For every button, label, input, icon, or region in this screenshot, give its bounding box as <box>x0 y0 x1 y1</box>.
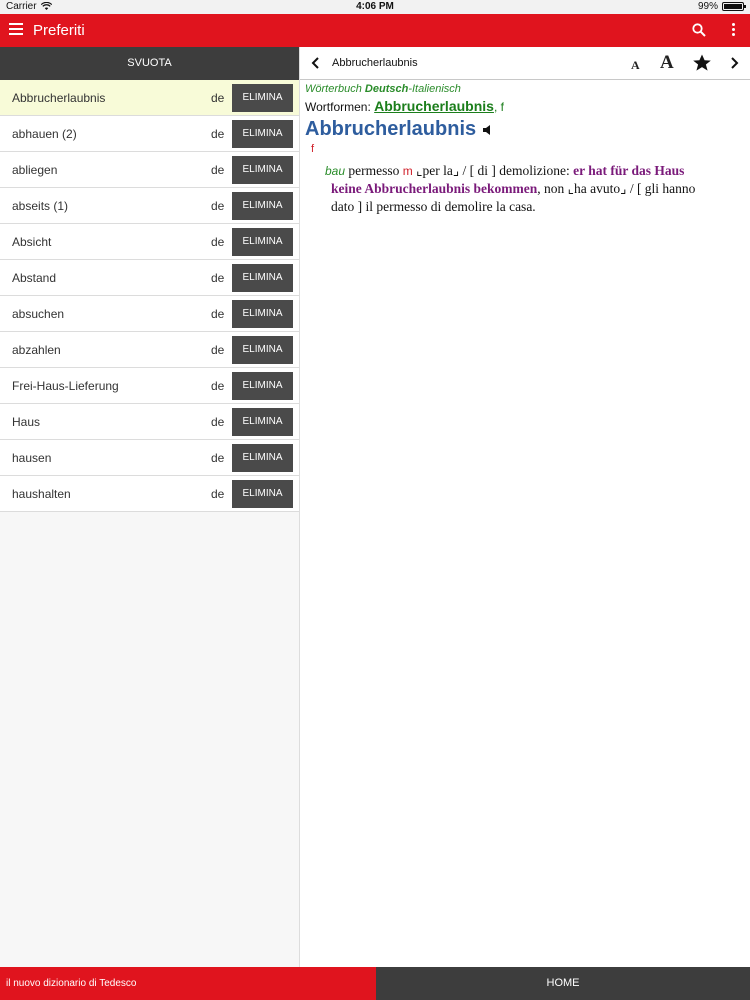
definition-line-1: bau permesso m ⌞per la⌟ / [ di ] demoliz… <box>325 162 746 180</box>
speaker-icon[interactable] <box>482 124 494 136</box>
entry-heading: Abbrucherlaubnis <box>332 57 418 69</box>
delete-button[interactable]: ELIMINA <box>232 156 293 184</box>
translation-part-3: , non ⌞ha avuto⌟ / [ gli hanno <box>537 181 696 196</box>
search-icon[interactable] <box>692 23 706 37</box>
status-time: 4:06 PM <box>356 1 394 12</box>
delete-button[interactable]: ELIMINA <box>232 120 293 148</box>
wordforms-gender: , f <box>493 100 504 114</box>
list-item[interactable]: abseits (1) de ELIMINA <box>0 188 299 224</box>
entry-toolbar: Abbrucherlaubnis A A <box>300 47 750 80</box>
dictionary-lang-1: Deutsch <box>364 83 409 95</box>
favorite-word: Abbrucherlaubnis <box>12 91 106 105</box>
clear-all-button[interactable]: SVUOTA <box>0 47 299 80</box>
favorite-language: de <box>211 487 225 501</box>
translation-part-4: dato ] il permesso di demolire la casa. <box>331 199 536 214</box>
bottom-bar: il nuovo dizionario di Tedesco HOME <box>0 967 750 1000</box>
list-item[interactable]: absuchen de ELIMINA <box>0 296 299 332</box>
favorites-panel: SVUOTA Abbrucherlaubnis de ELIMINA abhau… <box>0 47 300 967</box>
app-name-label: il nuovo dizionario di Tedesco <box>0 967 376 1000</box>
list-item[interactable]: abhauen (2) de ELIMINA <box>0 116 299 152</box>
favorites-list: Abbrucherlaubnis de ELIMINA abhauen (2) … <box>0 80 299 512</box>
example-part-2: keine Abbrucherlaubnis bekommen <box>331 181 538 196</box>
delete-button[interactable]: ELIMINA <box>232 444 293 472</box>
favorite-language: de <box>211 91 225 105</box>
favorite-word: Haus <box>12 415 41 429</box>
dictionary-entry: Wörterbuch Deutsch-Italienisch Wortforme… <box>300 80 750 216</box>
delete-button[interactable]: ELIMINA <box>232 84 293 112</box>
list-item[interactable]: hausen de ELIMINA <box>0 440 299 476</box>
gender-label: f <box>311 143 315 155</box>
decrease-font-button[interactable]: A <box>631 58 640 73</box>
app-bar: Preferiti <box>0 14 750 47</box>
delete-button[interactable]: ELIMINA <box>232 372 293 400</box>
entry-panel: Abbrucherlaubnis A A Wörterbuch Deutsch-… <box>300 47 750 967</box>
list-item[interactable]: haushalten de ELIMINA <box>0 476 299 512</box>
list-item[interactable]: Absicht de ELIMINA <box>0 224 299 260</box>
favorite-word: Frei-Haus-Lieferung <box>12 379 119 393</box>
delete-button[interactable]: ELIMINA <box>232 408 293 436</box>
favorite-word: haushalten <box>12 487 71 501</box>
list-item[interactable]: Abstand de ELIMINA <box>0 260 299 296</box>
wordforms-link[interactable]: Abbrucherlaubnis <box>374 98 494 114</box>
dictionary-prefix: Wörterbuch <box>305 83 365 95</box>
battery-icon <box>722 2 746 11</box>
list-item[interactable]: Abbrucherlaubnis de ELIMINA <box>0 80 299 116</box>
definition-line-2: keine Abbrucherlaubnis bekommen, non ⌞ha… <box>325 180 746 198</box>
favorite-language: de <box>211 343 225 357</box>
favorite-language: de <box>211 415 225 429</box>
hamburger-icon[interactable] <box>9 23 23 37</box>
home-button[interactable]: HOME <box>376 967 750 1000</box>
gender-m-label: m <box>402 164 413 178</box>
wordforms-line: Wortformen: Abbrucherlaubnis, f <box>305 98 746 114</box>
list-item[interactable]: abliegen de ELIMINA <box>0 152 299 188</box>
battery-percent: 99% <box>697 1 718 12</box>
delete-button[interactable]: ELIMINA <box>232 192 293 220</box>
chevron-right-icon[interactable] <box>728 55 740 71</box>
dictionary-suffix: -Italienisch <box>408 83 461 95</box>
headword: Abbrucherlaubnis <box>305 118 477 140</box>
favorite-word: abliegen <box>12 163 58 177</box>
definition: bau permesso m ⌞per la⌟ / [ di ] demoliz… <box>325 162 746 216</box>
status-bar: Carrier 4:06 PM 99% <box>0 0 750 14</box>
delete-button[interactable]: ELIMINA <box>232 300 293 328</box>
favorite-language: de <box>211 307 225 321</box>
kebab-icon[interactable] <box>730 23 736 39</box>
translation-part-2: ⌞per la⌟ / [ di ] demolizione: <box>412 163 574 178</box>
favorite-language: de <box>211 451 225 465</box>
increase-font-button[interactable]: A <box>660 52 674 74</box>
chevron-left-icon[interactable] <box>310 55 322 71</box>
favorite-word: absuchen <box>12 307 65 321</box>
wordforms-label: Wortformen <box>305 100 368 114</box>
favorite-language: de <box>211 235 225 249</box>
star-icon[interactable] <box>692 53 712 73</box>
favorite-language: de <box>211 199 225 213</box>
favorite-word: Absicht <box>12 235 52 249</box>
delete-button[interactable]: ELIMINA <box>232 228 293 256</box>
favorite-language: de <box>211 127 225 141</box>
translation-part-1: permesso <box>345 163 403 178</box>
favorite-language: de <box>211 163 225 177</box>
headword-row: Abbrucherlaubnis <box>305 118 746 141</box>
definition-line-3: dato ] il permesso di demolire la casa. <box>325 198 746 216</box>
favorite-language: de <box>211 379 225 393</box>
favorite-word: abhauen (2) <box>12 127 77 141</box>
example-part-1: er hat für das Haus <box>573 163 685 178</box>
list-item[interactable]: Haus de ELIMINA <box>0 404 299 440</box>
favorite-word: abseits (1) <box>12 199 69 213</box>
domain-label: bau <box>325 164 346 178</box>
page-title: Preferiti <box>33 22 85 39</box>
dictionary-name: Wörterbuch Deutsch-Italienisch <box>305 83 746 95</box>
delete-button[interactable]: ELIMINA <box>232 264 293 292</box>
list-item[interactable]: Frei-Haus-Lieferung de ELIMINA <box>0 368 299 404</box>
favorite-word: Abstand <box>12 271 57 285</box>
favorite-language: de <box>211 271 225 285</box>
delete-button[interactable]: ELIMINA <box>232 336 293 364</box>
favorite-word: abzahlen <box>12 343 61 357</box>
delete-button[interactable]: ELIMINA <box>232 480 293 508</box>
status-right: 99% <box>697 1 746 12</box>
favorite-word: hausen <box>12 451 52 465</box>
list-item[interactable]: abzahlen de ELIMINA <box>0 332 299 368</box>
